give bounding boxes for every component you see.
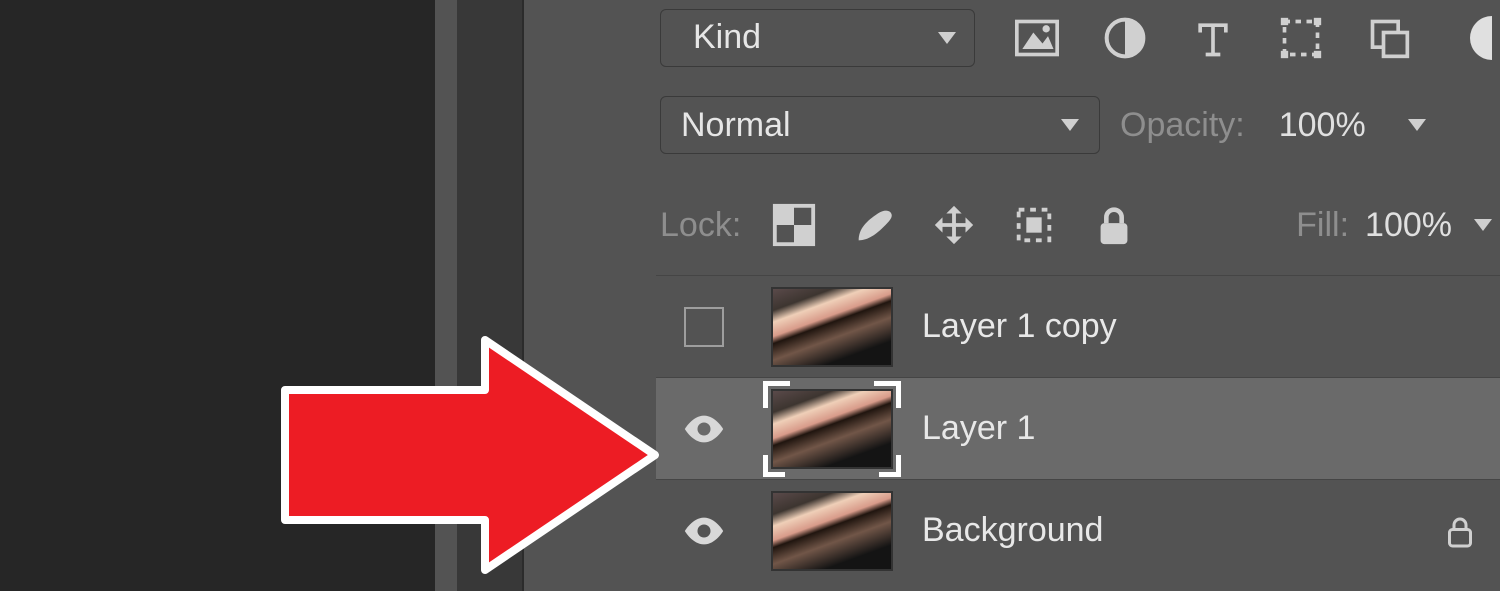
chevron-down-icon[interactable] (1408, 119, 1426, 131)
layer-row[interactable]: Layer 1 copy (656, 275, 1500, 377)
layer-filter-row: Kind (656, 0, 1500, 75)
lock-icon (1442, 513, 1478, 549)
lock-paint-icon[interactable] (851, 202, 897, 248)
blend-opacity-row: Normal Opacity: 100% (656, 75, 1500, 175)
opacity-label: Opacity: (1120, 106, 1245, 145)
layer-thumbnail[interactable] (752, 389, 912, 469)
visibility-toggle[interactable] (656, 508, 752, 554)
layer-name[interactable]: Layer 1 copy (912, 307, 1420, 346)
lock-position-icon[interactable] (931, 202, 977, 248)
chevron-down-icon[interactable] (1474, 219, 1492, 231)
canvas-area (0, 0, 435, 591)
blend-mode-label: Normal (681, 106, 1061, 145)
panel-divider (435, 0, 457, 591)
filter-toggle-switch[interactable] (1470, 16, 1492, 60)
lock-label: Lock: (660, 206, 741, 245)
chevron-down-icon (1061, 119, 1079, 131)
lock-row: Lock: Fill: 100% (656, 175, 1500, 275)
layers-list: Layer 1 copy Layer 1 Background (656, 275, 1500, 591)
fill-value[interactable]: 100% (1365, 206, 1452, 245)
layer-thumbnail[interactable] (752, 491, 912, 571)
filter-kind-dropdown[interactable]: Kind (660, 9, 975, 67)
eye-icon (681, 406, 727, 452)
filter-type-icons (993, 16, 1452, 60)
panel-gutter (457, 0, 522, 591)
blend-mode-dropdown[interactable]: Normal (660, 96, 1100, 154)
layer-row[interactable]: Layer 1 (656, 377, 1500, 479)
lock-all-icon[interactable] (1091, 202, 1137, 248)
lock-artboard-icon[interactable] (1011, 202, 1057, 248)
opacity-value[interactable]: 100% (1279, 106, 1366, 145)
visibility-toggle[interactable] (656, 406, 752, 452)
layers-panel: Kind Normal Opacity: (656, 0, 1500, 591)
eye-icon (681, 508, 727, 554)
lock-icons (771, 202, 1137, 248)
layer-thumbnail[interactable] (752, 287, 912, 367)
fill-label: Fill: (1296, 206, 1349, 245)
layer-name[interactable]: Layer 1 (912, 409, 1420, 448)
visibility-off-icon (684, 307, 724, 347)
visibility-toggle[interactable] (656, 307, 752, 347)
chevron-down-icon (938, 32, 956, 44)
filter-type-icon[interactable] (1191, 16, 1235, 60)
layer-row[interactable]: Background (656, 479, 1500, 581)
lock-transparency-icon[interactable] (771, 202, 817, 248)
panel-left-margin (524, 0, 656, 591)
layer-name[interactable]: Background (912, 511, 1420, 550)
filter-adjustment-icon[interactable] (1103, 16, 1147, 60)
filter-kind-label: Kind (693, 18, 924, 57)
filter-smartobject-icon[interactable] (1367, 16, 1411, 60)
layer-lock-indicator (1420, 513, 1500, 549)
filter-image-icon[interactable] (1015, 16, 1059, 60)
filter-shape-icon[interactable] (1279, 16, 1323, 60)
